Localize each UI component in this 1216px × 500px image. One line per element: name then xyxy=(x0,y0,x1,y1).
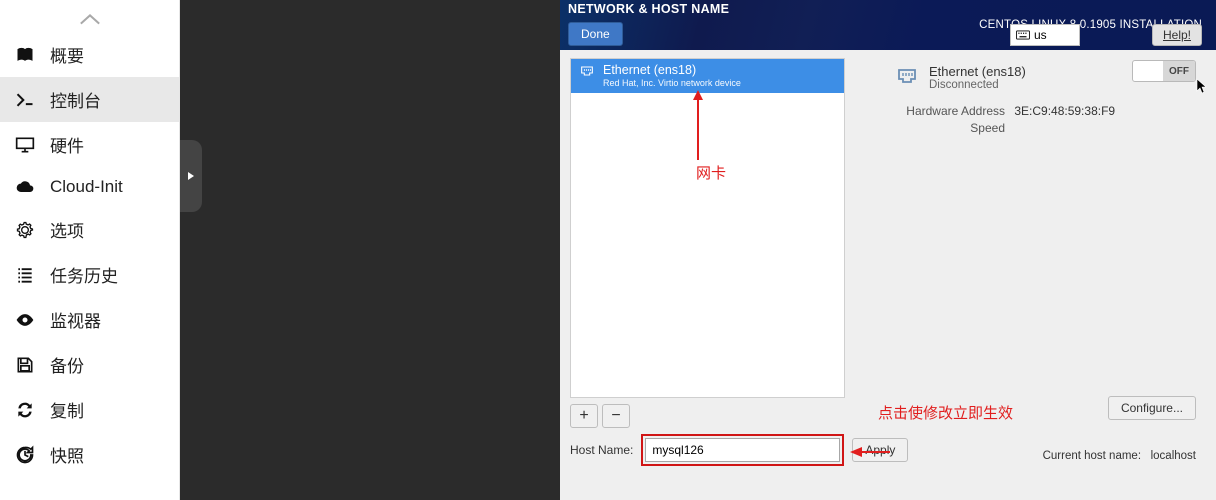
help-button[interactable]: Help! xyxy=(1152,24,1202,46)
monitor-icon xyxy=(14,135,36,155)
keyboard-layout-label: us xyxy=(1034,28,1047,42)
sidebar-item-hardware[interactable]: 硬件 xyxy=(0,122,179,167)
current-hostname-value: localhost xyxy=(1151,450,1196,462)
list-icon xyxy=(14,265,36,285)
hostname-label: Host Name: xyxy=(570,443,633,457)
detail-status: Disconnected xyxy=(929,79,1026,91)
hw-address-label: Hardware Address xyxy=(895,104,1005,118)
sidebar-item-options[interactable]: 选项 xyxy=(0,207,179,252)
save-icon xyxy=(14,355,36,375)
ethernet-icon xyxy=(579,63,595,84)
sidebar-collapse[interactable] xyxy=(0,6,179,32)
sidebar-item-label: 控制台 xyxy=(50,87,101,112)
sidebar-item-backup[interactable]: 备份 xyxy=(0,342,179,387)
hostname-highlight xyxy=(641,434,844,466)
gear-icon xyxy=(14,220,36,240)
terminal-icon xyxy=(14,90,36,110)
installer-body: Ethernet (ens18) Red Hat, Inc. Virtio ne… xyxy=(560,50,1216,500)
sidebar-item-summary[interactable]: 概要 xyxy=(0,32,179,77)
nic-list: Ethernet (ens18) Red Hat, Inc. Virtio ne… xyxy=(570,58,845,398)
nic-toggle[interactable]: OFF xyxy=(1132,60,1196,82)
cloud-icon xyxy=(14,177,36,197)
sidebar-item-taskhistory[interactable]: 任务历史 xyxy=(0,252,179,297)
nic-subtitle: Red Hat, Inc. Virtio network device xyxy=(603,78,741,88)
hostname-input[interactable] xyxy=(645,438,840,462)
speed-label: Speed xyxy=(895,121,1005,135)
sidebar-item-label: 备份 xyxy=(50,352,84,377)
history-icon xyxy=(14,445,36,465)
detail-name: Ethernet (ens18) xyxy=(929,64,1026,79)
anaconda-installer: NETWORK & HOST NAME Done CENTOS LINUX 8.… xyxy=(560,0,1216,500)
toggle-off-region xyxy=(1133,61,1163,81)
keyboard-icon xyxy=(1016,29,1030,41)
sidebar-item-label: 任务历史 xyxy=(50,262,118,287)
sidebar-item-label: 监视器 xyxy=(50,307,101,332)
refresh-icon xyxy=(14,400,36,420)
remove-nic-button[interactable]: − xyxy=(602,404,630,428)
apply-button[interactable]: Apply xyxy=(852,438,908,462)
sidebar-item-label: Cloud-Init xyxy=(50,177,123,197)
nic-list-item[interactable]: Ethernet (ens18) Red Hat, Inc. Virtio ne… xyxy=(571,59,844,93)
current-hostname: Current host name: localhost xyxy=(1043,450,1196,462)
book-icon xyxy=(14,45,36,65)
add-nic-button[interactable]: + xyxy=(570,404,598,428)
sidebar-item-monitor[interactable]: 监视器 xyxy=(0,297,179,342)
sidebar-item-replication[interactable]: 复制 xyxy=(0,387,179,432)
expand-panel-tab[interactable] xyxy=(180,140,202,212)
nic-name: Ethernet (ens18) xyxy=(603,63,741,77)
sidebar-item-console[interactable]: 控制台 xyxy=(0,77,179,122)
configure-button[interactable]: Configure... xyxy=(1108,396,1196,420)
installer-header: NETWORK & HOST NAME Done CENTOS LINUX 8.… xyxy=(560,0,1216,50)
console-viewport xyxy=(180,0,560,500)
eye-icon xyxy=(14,310,36,330)
sidebar-item-label: 硬件 xyxy=(50,132,84,157)
sidebar-item-cloudinit[interactable]: Cloud-Init xyxy=(0,167,179,207)
done-button[interactable]: Done xyxy=(568,22,623,46)
cursor-pointer-icon xyxy=(1196,78,1208,94)
hw-address-value: 3E:C9:48:59:38:F9 xyxy=(1014,104,1115,118)
sidebar-item-label: 概要 xyxy=(50,42,84,67)
sidebar: 概要 控制台 硬件 Cloud-Init 选项 任务历史 监视器 备份 复制 快… xyxy=(0,0,180,500)
sidebar-item-label: 快照 xyxy=(50,442,84,467)
sidebar-item-label: 复制 xyxy=(50,397,84,422)
toggle-state-label: OFF xyxy=(1163,61,1195,81)
keyboard-layout-selector[interactable]: us xyxy=(1010,24,1080,46)
current-hostname-label: Current host name: xyxy=(1043,450,1141,462)
page-title: NETWORK & HOST NAME xyxy=(568,2,729,16)
sidebar-item-snapshot[interactable]: 快照 xyxy=(0,432,179,477)
hostname-row: Host Name: Apply xyxy=(570,434,908,466)
nic-details: Ethernet (ens18) Disconnected Hardware A… xyxy=(895,58,1115,500)
ethernet-large-icon xyxy=(895,64,919,91)
sidebar-item-label: 选项 xyxy=(50,217,84,242)
